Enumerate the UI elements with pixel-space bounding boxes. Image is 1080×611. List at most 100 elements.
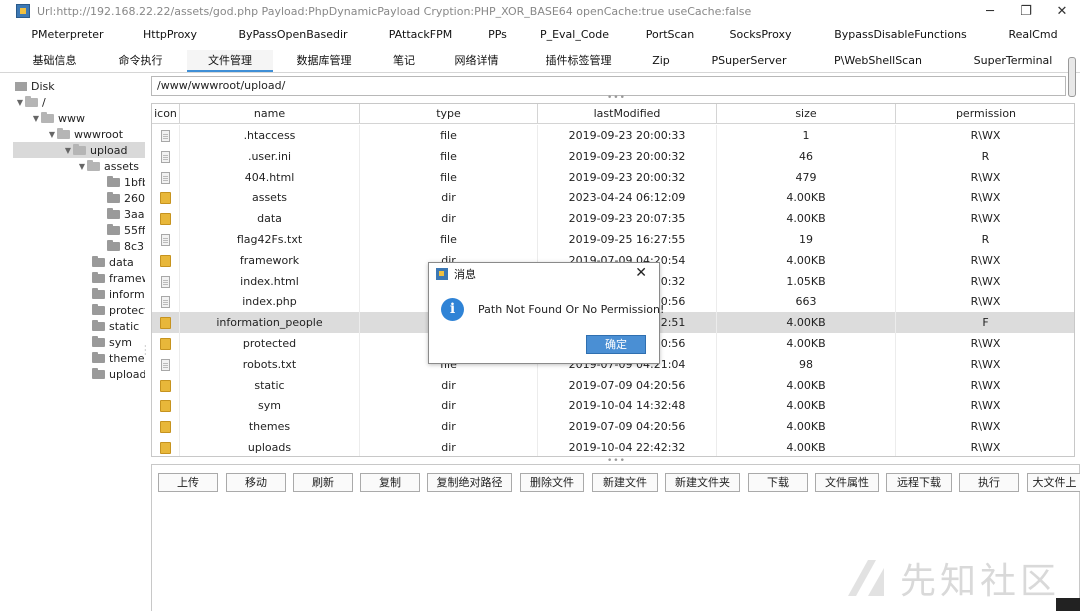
tree-node-protected[interactable]: protect [92, 302, 145, 318]
tree-node-static[interactable]: static [92, 318, 139, 334]
tab-basic-info[interactable]: 基础信息 [22, 50, 87, 72]
tree-node-8c37[interactable]: 8c37 [107, 238, 145, 254]
close-icon[interactable]: ✕ [635, 265, 647, 281]
window-controls: ─ ❐ ✕ [972, 0, 1080, 22]
tab-pwebshellscan[interactable]: P\WebShellScan [828, 50, 928, 72]
folder-icon [92, 271, 105, 283]
tree-node-3aab[interactable]: 3aab [107, 206, 145, 222]
restore-icon[interactable]: ❐ [1008, 0, 1044, 22]
tree-node-data[interactable]: data [92, 254, 134, 270]
move-button[interactable]: 移动 [226, 473, 286, 492]
delete-file-button[interactable]: 删除文件 [520, 473, 584, 492]
table-row[interactable]: static dir 2019-07-09 04:20:56 4.00KB R\WX [152, 374, 1074, 396]
new-folder-button[interactable]: 新建文件夹 [665, 473, 740, 492]
tab-bypassdisablefunctions[interactable]: BypassDisableFunctions [828, 24, 973, 46]
row-icon-cell [152, 395, 180, 417]
copy-absolute-path-button[interactable]: 复制绝对路径 [427, 473, 512, 492]
expand-toggle-icon[interactable]: ▼ [31, 114, 41, 123]
execute-button[interactable]: 执行 [959, 473, 1019, 492]
table-row[interactable]: themes dir 2019-07-09 04:20:56 4.00KB R\WX [152, 416, 1074, 438]
expand-toggle-icon[interactable]: ▼ [77, 162, 87, 171]
column-header-size[interactable]: size [717, 104, 896, 124]
tab-file-manager[interactable]: 文件管理 [187, 49, 273, 72]
expand-toggle-icon[interactable]: ▼ [47, 130, 57, 139]
cell-type: dir [360, 187, 538, 209]
tree-node-1bfb[interactable]: 1bfb [107, 174, 145, 190]
close-icon[interactable]: ✕ [1044, 0, 1080, 22]
file-properties-button[interactable]: 文件属性 [815, 473, 879, 492]
table-row[interactable]: 404.html file 2019-09-23 20:00:32 479 R\WX [152, 166, 1074, 188]
download-button[interactable]: 下载 [748, 473, 808, 492]
table-row[interactable]: uploads dir 2019-10-04 22:42:32 4.00KB R\WX [152, 437, 1074, 456]
remote-download-button[interactable]: 远程下载 [886, 473, 952, 492]
tab-httpproxy[interactable]: HttpProxy [125, 24, 215, 46]
tree-node-www[interactable]: ▼ www [31, 110, 85, 126]
expand-toggle-icon[interactable]: ▼ [15, 98, 25, 107]
tab-pattackfpm[interactable]: PAttackFPM [378, 24, 463, 46]
large-file-upload-button[interactable]: 大文件上 [1027, 473, 1080, 492]
minimize-icon[interactable]: ─ [972, 0, 1008, 22]
column-header-icon[interactable]: icon [152, 104, 180, 124]
tree-node-themes[interactable]: themes [92, 350, 145, 366]
table-row[interactable]: .htaccess file 2019-09-23 20:00:33 1 R\WX [152, 125, 1074, 146]
row-icon-cell [152, 333, 180, 354]
cell-name: index.html [180, 270, 360, 292]
tree-node-upload-selected[interactable]: ▼ upload [13, 142, 145, 158]
tree-node-55ffd[interactable]: 55ffd [107, 222, 145, 238]
tab-realcmd[interactable]: RealCmd [998, 24, 1068, 46]
tab-pmeterpreter[interactable]: PMeterpreter [20, 24, 115, 46]
tree-node-2606[interactable]: 2606 [107, 190, 145, 206]
tab-psuperserver[interactable]: PSuperServer [705, 50, 793, 72]
refresh-button[interactable]: 刷新 [293, 473, 353, 492]
tab-portscan[interactable]: PortScan [635, 24, 705, 46]
cell-size: 1.05KB [717, 270, 896, 292]
copy-button[interactable]: 复制 [360, 473, 420, 492]
table-row[interactable]: sym dir 2019-10-04 14:32:48 4.00KB R\WX [152, 395, 1074, 417]
tree-node-upload[interactable]: upload [92, 366, 145, 382]
folder-icon [92, 319, 105, 331]
split-handle-top[interactable]: ••• [607, 93, 626, 103]
column-header-type[interactable]: type [360, 104, 538, 124]
tab-zip[interactable]: Zip [640, 50, 682, 72]
tab-bypassopenbasedir[interactable]: ByPassOpenBasedir [228, 24, 358, 46]
table-row[interactable]: data dir 2019-09-23 20:07:35 4.00KB R\WX [152, 208, 1074, 230]
table-row[interactable]: assets dir 2023-04-24 06:12:09 4.00KB R\WX [152, 187, 1074, 209]
tabs-scrollbar[interactable] [1068, 57, 1076, 97]
ok-button[interactable]: 确定 [586, 335, 646, 354]
new-file-button[interactable]: 新建文件 [592, 473, 658, 492]
tab-network-details[interactable]: 网络详情 [444, 50, 509, 72]
cell-permission: R\WX [896, 208, 1074, 229]
tab-pps[interactable]: PPs [475, 24, 520, 46]
folder-icon [160, 213, 171, 226]
cell-size: 479 [717, 166, 896, 188]
tab-p-eval-code[interactable]: P_Eval_Code [532, 24, 617, 46]
tab-superterminal[interactable]: SuperTerminal [968, 50, 1058, 72]
row-icon-cell [152, 145, 180, 167]
column-header-name[interactable]: name [180, 104, 360, 124]
column-header-permission[interactable]: permission [896, 104, 1074, 124]
dialog-titlebar: 消息 [429, 263, 659, 285]
tree-node-disk[interactable]: Disk [15, 78, 55, 94]
tree-node-wwwroot[interactable]: ▼ wwwroot [47, 126, 123, 142]
row-icon-cell [152, 208, 180, 230]
folder-icon [92, 335, 105, 347]
tree-node-sym[interactable]: sym [92, 334, 132, 350]
tree-node-assets[interactable]: ▼ assets [77, 158, 139, 174]
tree-node-framework[interactable]: framew [92, 270, 145, 286]
splitter-handle[interactable]: · · · [144, 343, 148, 359]
folder-icon [73, 143, 86, 155]
expand-toggle-icon[interactable]: ▼ [63, 146, 73, 155]
tree-node-root[interactable]: ▼ / [15, 94, 46, 110]
tab-socksproxy[interactable]: SocksProxy [718, 24, 803, 46]
tab-database-manager[interactable]: 数据库管理 [288, 50, 360, 72]
table-row[interactable]: .user.ini file 2019-09-23 20:00:32 46 R [152, 145, 1074, 167]
cell-lastmodified: 2019-09-23 20:00:32 [538, 145, 717, 167]
tab-plugin-label-manager[interactable]: 插件标签管理 [536, 50, 621, 72]
table-row[interactable]: flag42Fs.txt file 2019-09-25 16:27:55 19 R [152, 229, 1074, 250]
upload-button[interactable]: 上传 [158, 473, 218, 492]
tab-notes[interactable]: 笔记 [383, 50, 425, 72]
cell-size: 4.00KB [717, 437, 896, 456]
tab-command-exec[interactable]: 命令执行 [108, 50, 173, 72]
tree-node-information[interactable]: informa [92, 286, 145, 302]
column-header-lastmodified[interactable]: lastModified [538, 104, 717, 124]
